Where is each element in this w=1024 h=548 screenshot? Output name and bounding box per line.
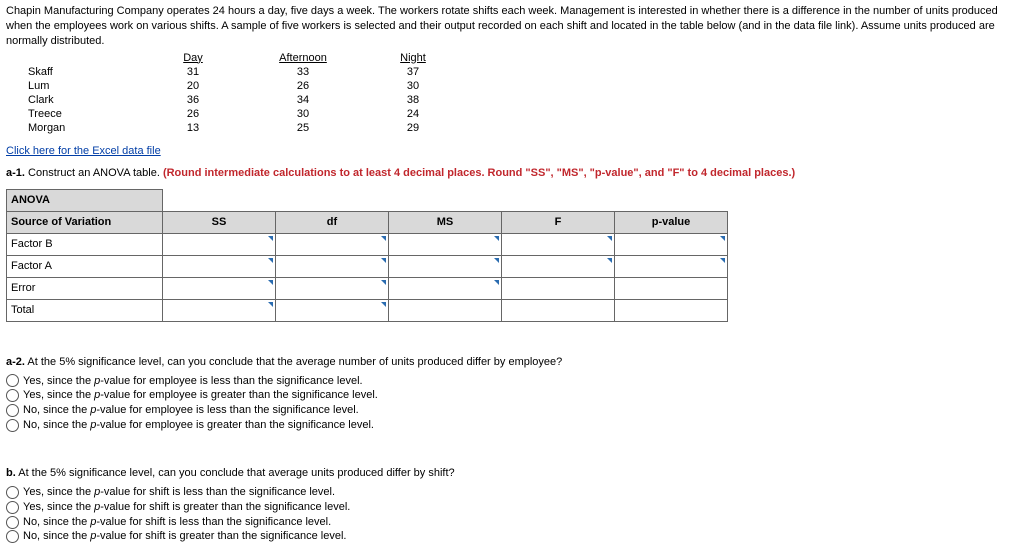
radio-option[interactable]: Yes, since the p-value for employee is g… [6,388,1018,403]
option-label: No, since the p-value for shift is great… [23,529,346,544]
radio-icon[interactable] [6,389,19,402]
radio-icon[interactable] [6,374,19,387]
table-row: Lum202630 [6,79,468,93]
table-row: Treece263024 [6,107,468,121]
radio-option[interactable]: Yes, since the p-value for shift is grea… [6,500,1018,515]
anova-table: ANOVA Source of Variation SS df MS F p-v… [6,189,728,322]
anova-header-source: Source of Variation [7,211,163,233]
col-afternoon: Afternoon [248,51,358,65]
anova-input[interactable] [389,277,502,299]
radio-option[interactable]: No, since the p-value for employee is gr… [6,418,1018,433]
radio-option[interactable]: Yes, since the p-value for employee is l… [6,374,1018,389]
excel-file-link[interactable]: Click here for the Excel data file [6,145,161,157]
anova-input[interactable] [389,255,502,277]
anova-input[interactable] [163,233,276,255]
radio-icon[interactable] [6,530,19,543]
option-label: Yes, since the p-value for shift is grea… [23,500,350,515]
data-table: Day Afternoon Night Skaff313337 Lum20263… [6,51,468,135]
question-a2: a-2. At the 5% significance level, can y… [6,356,1018,433]
anova-input[interactable] [276,255,389,277]
anova-input[interactable] [615,255,728,277]
radio-icon[interactable] [6,486,19,499]
radio-option[interactable]: No, since the p-value for shift is great… [6,529,1018,544]
radio-icon[interactable] [6,516,19,529]
radio-icon[interactable] [6,419,19,432]
anova-input[interactable] [502,255,615,277]
radio-option[interactable]: No, since the p-value for employee is le… [6,403,1018,418]
option-label: Yes, since the p-value for shift is less… [23,485,335,500]
option-label: No, since the p-value for shift is less … [23,515,331,530]
question-a1: a-1. Construct an ANOVA table. (Round in… [6,167,1018,179]
anova-input[interactable] [163,277,276,299]
anova-input[interactable] [389,233,502,255]
option-label: No, since the p-value for employee is le… [23,403,359,418]
anova-input[interactable] [615,233,728,255]
anova-row-total: Total [7,299,163,321]
anova-input[interactable] [276,277,389,299]
radio-option[interactable]: Yes, since the p-value for shift is less… [6,485,1018,500]
table-row: Morgan132529 [6,121,468,135]
anova-title: ANOVA [7,189,163,211]
anova-input[interactable] [276,233,389,255]
anova-row-factor-a: Factor A [7,255,163,277]
anova-row-factor-b: Factor B [7,233,163,255]
option-label: Yes, since the p-value for employee is l… [23,374,363,389]
anova-row-error: Error [7,277,163,299]
anova-header-ss: SS [163,211,276,233]
problem-statement: Chapin Manufacturing Company operates 24… [6,4,1018,49]
option-label: No, since the p-value for employee is gr… [23,418,374,433]
question-b: b. At the 5% significance level, can you… [6,467,1018,544]
radio-icon[interactable] [6,501,19,514]
anova-input[interactable] [502,233,615,255]
anova-header-df: df [276,211,389,233]
table-row: Clark363438 [6,93,468,107]
anova-header-p: p-value [615,211,728,233]
col-night: Night [358,51,468,65]
anova-input[interactable] [276,299,389,321]
radio-icon[interactable] [6,404,19,417]
anova-input[interactable] [163,255,276,277]
radio-option[interactable]: No, since the p-value for shift is less … [6,515,1018,530]
option-label: Yes, since the p-value for employee is g… [23,388,378,403]
anova-header-f: F [502,211,615,233]
col-day: Day [138,51,248,65]
anova-header-ms: MS [389,211,502,233]
anova-input[interactable] [163,299,276,321]
table-row: Skaff313337 [6,65,468,79]
